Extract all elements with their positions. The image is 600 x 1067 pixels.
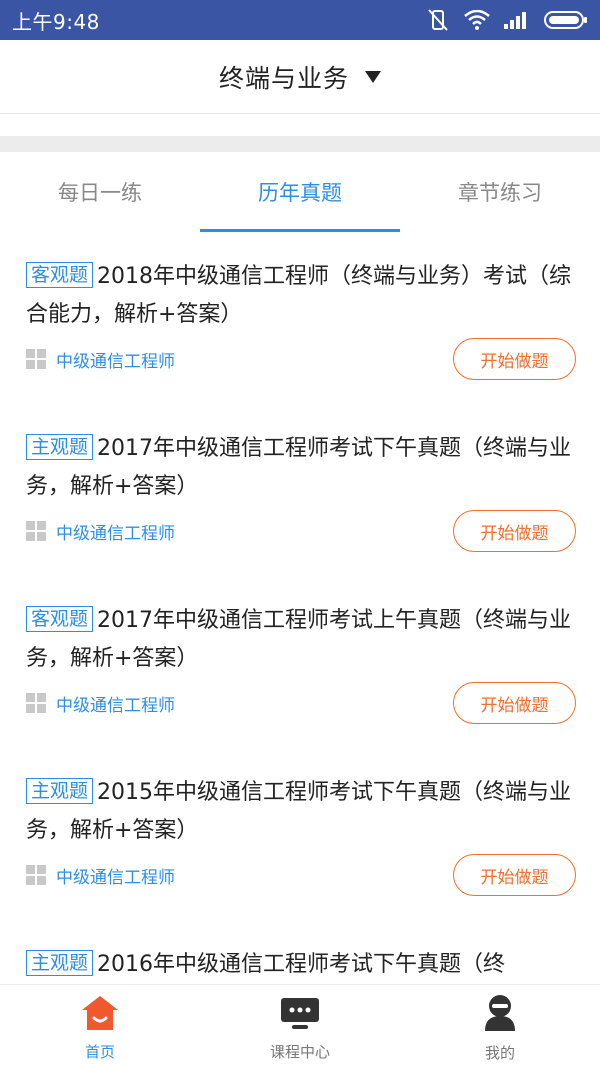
- question-type-badge: 客观题: [26, 262, 94, 288]
- nav-course-center[interactable]: 课程中心: [200, 985, 400, 1067]
- start-practice-button[interactable]: 开始做题: [453, 338, 576, 380]
- nav-profile[interactable]: 我的: [400, 985, 600, 1067]
- item-title-text: 2017年中级通信工程师考试上午真题（终端与业务，解析+答案）: [26, 608, 572, 671]
- grid-icon: [26, 521, 46, 541]
- exam-list: 客观题 2018年中级通信工程师（终端与业务）考试（综合能力，解析+答案） 中级通…: [0, 232, 600, 984]
- nav-label: 课程中心: [269, 1042, 330, 1061]
- signal-icon: [504, 11, 530, 29]
- item-title: 主观题 2017年中级通信工程师考试下午真题（终端与业务，解析+答案）: [26, 430, 576, 506]
- item-category: 中级通信工程师: [56, 867, 175, 888]
- item-meta: 中级通信工程师 开始做题: [26, 682, 576, 724]
- nav-home[interactable]: 首页: [0, 985, 200, 1067]
- tab-past-exams[interactable]: 历年真题: [200, 152, 400, 232]
- divider-band: [0, 136, 600, 152]
- item-meta: 中级通信工程师 开始做题: [26, 854, 576, 896]
- nav-label: 我的: [484, 1043, 515, 1062]
- caret-down-icon[interactable]: [365, 70, 381, 83]
- question-type-badge: 主观题: [26, 778, 94, 804]
- start-practice-button[interactable]: 开始做题: [453, 854, 576, 896]
- item-category: 中级通信工程师: [56, 351, 175, 372]
- grid-icon: [26, 865, 46, 885]
- item-category: 中级通信工程师: [56, 695, 175, 716]
- course-icon: [280, 995, 320, 1035]
- item-meta: 中级通信工程师 开始做题: [26, 510, 576, 552]
- question-type-badge: 客观题: [26, 606, 94, 632]
- vibrate-off-icon: [426, 9, 450, 31]
- item-title: 主观题 2016年中级通信工程师考试下午真题（终: [26, 946, 576, 984]
- item-title-text: 2017年中级通信工程师考试下午真题（终端与业务，解析+答案）: [26, 436, 572, 499]
- tab-chapter-practice[interactable]: 章节练习: [400, 152, 600, 232]
- home-icon: [81, 995, 119, 1035]
- item-title: 主观题 2015年中级通信工程师考试下午真题（终端与业务，解析+答案）: [26, 774, 576, 850]
- profile-icon: [483, 994, 517, 1036]
- nav-label: 首页: [84, 1042, 115, 1061]
- list-item[interactable]: 主观题 2017年中级通信工程师考试下午真题（终端与业务，解析+答案） 中级通信工…: [0, 404, 600, 576]
- list-item[interactable]: 主观题 2015年中级通信工程师考试下午真题（终端与业务，解析+答案） 中级通信工…: [0, 748, 600, 920]
- start-practice-button[interactable]: 开始做题: [453, 682, 576, 724]
- tab-daily-practice[interactable]: 每日一练: [0, 152, 200, 232]
- wifi-icon: [464, 10, 490, 30]
- page-title: 终端与业务: [218, 63, 349, 93]
- tab-bar: 每日一练 历年真题 章节练习: [0, 152, 600, 232]
- item-title: 客观题 2017年中级通信工程师考试上午真题（终端与业务，解析+答案）: [26, 602, 576, 678]
- item-title-text: 2016年中级通信工程师考试下午真题（终: [97, 952, 506, 977]
- question-type-badge: 主观题: [26, 950, 94, 976]
- status-bar: 上午9:48: [0, 0, 600, 40]
- grid-icon: [26, 693, 46, 713]
- list-item[interactable]: 主观题 2016年中级通信工程师考试下午真题（终: [0, 920, 600, 984]
- grid-icon: [26, 349, 46, 369]
- item-title: 客观题 2018年中级通信工程师（终端与业务）考试（综合能力，解析+答案）: [26, 258, 576, 334]
- list-item[interactable]: 客观题 2018年中级通信工程师（终端与业务）考试（综合能力，解析+答案） 中级通…: [0, 232, 600, 404]
- start-practice-button[interactable]: 开始做题: [453, 510, 576, 552]
- item-category: 中级通信工程师: [56, 523, 175, 544]
- item-title-text: 2015年中级通信工程师考试下午真题（终端与业务，解析+答案）: [26, 780, 572, 843]
- status-time: 上午9:48: [12, 9, 100, 34]
- bottom-nav: 首页 课程中心 我的: [0, 984, 600, 1067]
- battery-icon: [544, 10, 588, 30]
- list-item[interactable]: 客观题 2017年中级通信工程师考试上午真题（终端与业务，解析+答案） 中级通信工…: [0, 576, 600, 748]
- status-icons: [426, 9, 588, 31]
- header[interactable]: 终端与业务: [0, 40, 600, 114]
- item-title-text: 2018年中级通信工程师（终端与业务）考试（综合能力，解析+答案）: [26, 264, 572, 327]
- item-meta: 中级通信工程师 开始做题: [26, 338, 576, 380]
- question-type-badge: 主观题: [26, 434, 94, 460]
